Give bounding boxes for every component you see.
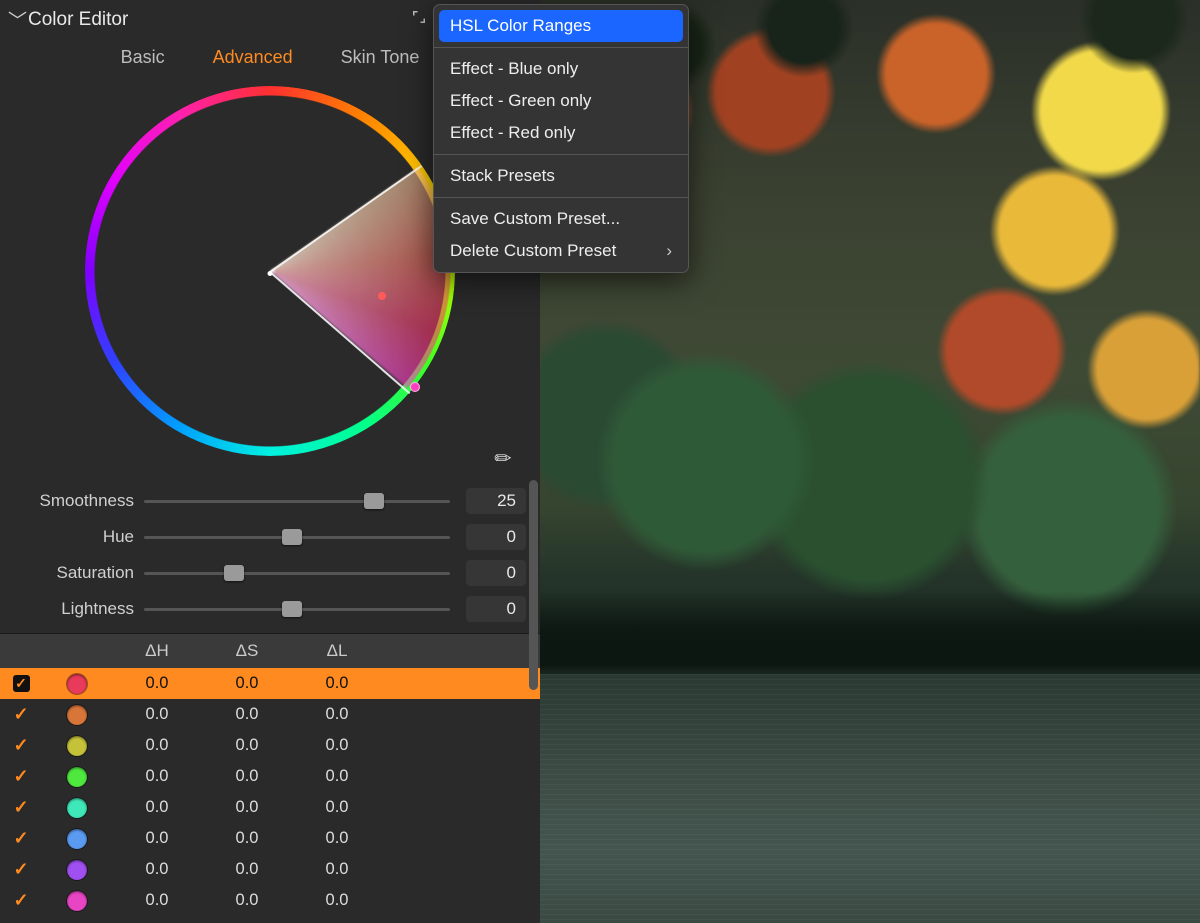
slider-lightness: Lightness 0 xyxy=(14,591,526,627)
cell-dl: 0.0 xyxy=(292,705,382,724)
cell-dh: 0.0 xyxy=(112,705,202,724)
row-checkbox[interactable]: ✓ xyxy=(13,766,28,787)
cell-dh: 0.0 xyxy=(112,829,202,848)
cell-dh: 0.0 xyxy=(112,736,202,755)
row-checkbox[interactable]: ✓ xyxy=(13,675,30,692)
cell-dl: 0.0 xyxy=(292,736,382,755)
table-row[interactable]: ✓0.00.00.0 xyxy=(0,885,540,916)
menu-stack-presets[interactable]: Stack Presets xyxy=(434,160,688,192)
row-checkbox[interactable]: ✓ xyxy=(13,797,28,818)
cell-dl: 0.0 xyxy=(292,829,382,848)
col-dh: ΔH xyxy=(112,641,202,661)
row-checkbox[interactable]: ✓ xyxy=(13,828,28,849)
menu-effect-green[interactable]: Effect - Green only xyxy=(434,85,688,117)
col-ds: ΔS xyxy=(202,641,292,661)
smoothness-thumb[interactable] xyxy=(364,493,384,509)
table-row[interactable]: ✓0.00.00.0 xyxy=(0,854,540,885)
table-row[interactable]: ✓0.00.00.0 xyxy=(0,823,540,854)
smoothness-track[interactable] xyxy=(144,500,450,503)
color-swatch[interactable] xyxy=(67,891,87,911)
saturation-track[interactable] xyxy=(144,572,450,575)
menu-effect-blue[interactable]: Effect - Blue only xyxy=(434,53,688,85)
tab-advanced[interactable]: Advanced xyxy=(213,47,293,68)
color-table-body: ✓0.00.00.0✓0.00.00.0✓0.00.00.0✓0.00.00.0… xyxy=(0,668,540,916)
menu-effect-red[interactable]: Effect - Red only xyxy=(434,117,688,149)
cell-dl: 0.0 xyxy=(292,674,382,693)
panel-scrollbar[interactable] xyxy=(529,480,538,690)
hue-value[interactable]: 0 xyxy=(466,524,526,550)
tab-skintone[interactable]: Skin Tone xyxy=(341,47,420,68)
cell-ds: 0.0 xyxy=(202,798,292,817)
cell-ds: 0.0 xyxy=(202,829,292,848)
table-row[interactable]: ✓0.00.00.0 xyxy=(0,668,540,699)
row-checkbox[interactable]: ✓ xyxy=(13,859,28,880)
cell-dh: 0.0 xyxy=(112,674,202,693)
menu-hsl-ranges[interactable]: HSL Color Ranges xyxy=(439,10,683,42)
cell-dh: 0.0 xyxy=(112,860,202,879)
tab-basic[interactable]: Basic xyxy=(121,47,165,68)
slider-group: Smoothness 25 Hue 0 Saturation 0 Lightne… xyxy=(0,477,540,633)
cell-dh: 0.0 xyxy=(112,798,202,817)
menu-delete-preset[interactable]: Delete Custom Preset › xyxy=(434,235,688,267)
color-swatch[interactable] xyxy=(67,860,87,880)
table-row[interactable]: ✓0.00.00.0 xyxy=(0,792,540,823)
cell-dl: 0.0 xyxy=(292,798,382,817)
saturation-value[interactable]: 0 xyxy=(466,560,526,586)
saturation-thumb[interactable] xyxy=(224,565,244,581)
collapse-chevron-icon[interactable]: ﹀ xyxy=(8,6,22,33)
cell-dh: 0.0 xyxy=(112,767,202,786)
cell-dh: 0.0 xyxy=(112,891,202,910)
color-swatch[interactable] xyxy=(67,705,87,725)
row-checkbox[interactable]: ✓ xyxy=(13,704,28,725)
chevron-right-icon: › xyxy=(666,241,672,261)
cell-dl: 0.0 xyxy=(292,860,382,879)
lightness-thumb[interactable] xyxy=(282,601,302,617)
lightness-track[interactable] xyxy=(144,608,450,611)
row-checkbox[interactable]: ✓ xyxy=(13,735,28,756)
table-row[interactable]: ✓0.00.00.0 xyxy=(0,730,540,761)
cell-ds: 0.0 xyxy=(202,767,292,786)
table-row[interactable]: ✓0.00.00.0 xyxy=(0,699,540,730)
cell-ds: 0.0 xyxy=(202,674,292,693)
cell-ds: 0.0 xyxy=(202,705,292,724)
hue-track[interactable] xyxy=(144,536,450,539)
cell-dl: 0.0 xyxy=(292,891,382,910)
lightness-value[interactable]: 0 xyxy=(466,596,526,622)
slider-hue: Hue 0 xyxy=(14,519,526,555)
presets-dropdown: HSL Color Ranges Effect - Blue only Effe… xyxy=(433,4,689,273)
color-swatch[interactable] xyxy=(67,674,87,694)
cell-ds: 0.0 xyxy=(202,860,292,879)
color-swatch[interactable] xyxy=(67,767,87,787)
cell-dl: 0.0 xyxy=(292,767,382,786)
menu-save-preset[interactable]: Save Custom Preset... xyxy=(434,203,688,235)
smoothness-value[interactable]: 25 xyxy=(466,488,526,514)
slider-smoothness: Smoothness 25 xyxy=(14,483,526,519)
col-dl: ΔL xyxy=(292,641,382,661)
hue-thumb[interactable] xyxy=(282,529,302,545)
color-swatch[interactable] xyxy=(67,798,87,818)
expand-icon[interactable] xyxy=(410,8,428,31)
panel-title: Color Editor xyxy=(28,9,410,31)
table-row[interactable]: ✓0.00.00.0 xyxy=(0,761,540,792)
cell-ds: 0.0 xyxy=(202,736,292,755)
color-swatch[interactable] xyxy=(67,829,87,849)
slider-saturation: Saturation 0 xyxy=(14,555,526,591)
cell-ds: 0.0 xyxy=(202,891,292,910)
color-swatch[interactable] xyxy=(67,736,87,756)
row-checkbox[interactable]: ✓ xyxy=(13,890,28,911)
color-table-header: ΔH ΔS ΔL xyxy=(0,633,540,668)
eyedropper-icon[interactable]: ✎ xyxy=(489,444,519,474)
